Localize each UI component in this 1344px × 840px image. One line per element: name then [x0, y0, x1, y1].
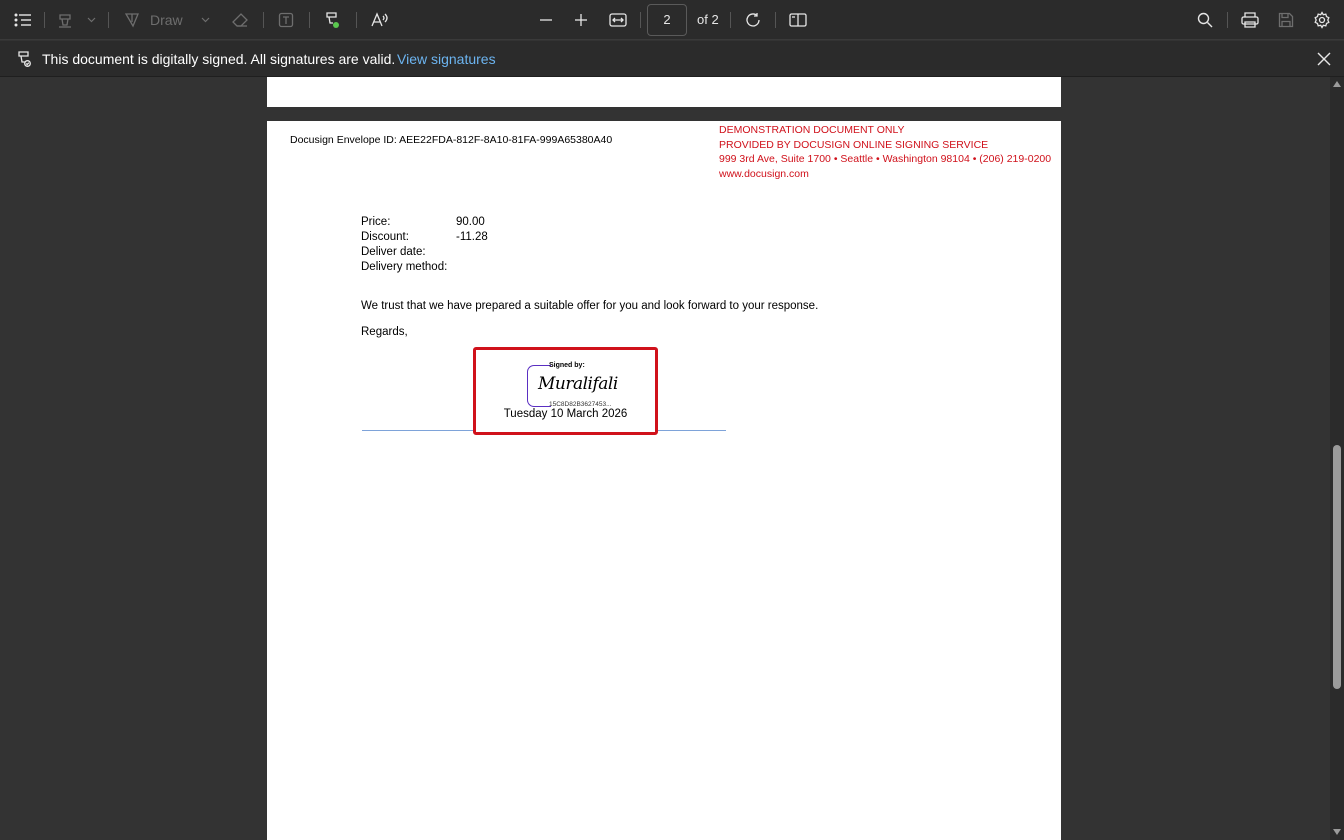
envelope-id: Docusign Envelope ID: AEE22FDA-812F-8A10… — [290, 134, 613, 146]
field-label: Delivery method: — [361, 261, 448, 273]
search-icon[interactable] — [1194, 0, 1216, 40]
erase-icon[interactable] — [230, 0, 250, 40]
draw-icon[interactable] — [122, 0, 142, 40]
read-aloud-icon[interactable] — [369, 0, 391, 40]
text-box-icon[interactable] — [276, 0, 296, 40]
highlight-dropdown-chevron-icon[interactable] — [84, 0, 98, 40]
field-row: Price: 90.00 — [361, 215, 488, 230]
contents-icon[interactable] — [12, 0, 34, 40]
toolbar-separator — [309, 12, 310, 28]
field-value: 90.00 — [456, 216, 485, 228]
rotate-icon[interactable] — [743, 0, 763, 40]
toolbar-separator — [730, 12, 731, 28]
print-icon[interactable] — [1239, 0, 1261, 40]
draw-label-text: Draw — [150, 12, 183, 28]
closing-paragraph: We trust that we have prepared a suitabl… — [361, 300, 819, 312]
signature-hash: 15C8D82B3627453... — [549, 401, 612, 408]
draw-dropdown-chevron-icon[interactable] — [198, 0, 212, 40]
toolbar-separator — [775, 12, 776, 28]
view-signatures-link[interactable]: View signatures — [397, 41, 496, 77]
signature-infobar: This document is digitally signed. All s… — [0, 41, 1344, 77]
toolbar-separator — [356, 12, 357, 28]
demo-line: 999 3rd Ave, Suite 1700 • Seattle • Wash… — [719, 153, 1052, 166]
demo-line: www.docusign.com — [719, 167, 809, 180]
signature-date: Tuesday 10 March 2026 — [503, 408, 628, 420]
regards-text: Regards, — [361, 326, 408, 338]
page-2: Docusign Envelope ID: AEE22FDA-812F-8A10… — [267, 121, 1061, 840]
infobar-message: This document is digitally signed. All s… — [42, 51, 396, 67]
signature-valid-icon — [16, 50, 32, 73]
toolbar-separator — [1227, 12, 1228, 28]
demo-line: DEMONSTRATION DOCUMENT ONLY — [719, 124, 905, 136]
field-row: Discount: -11.28 — [361, 230, 488, 245]
zoom-in-icon[interactable] — [571, 0, 591, 40]
demo-line: PROVIDED BY DOCUSIGN ONLINE SIGNING SERV… — [719, 138, 989, 151]
fit-width-icon[interactable] — [607, 0, 629, 40]
page-number-input[interactable]: 2 — [647, 4, 687, 36]
field-row: Deliver date: — [361, 245, 488, 260]
field-value: -11.28 — [456, 231, 488, 243]
scroll-up-arrow-icon[interactable] — [1333, 81, 1341, 87]
field-label: Deliver date: — [361, 246, 426, 258]
draw-label[interactable]: Draw — [150, 0, 190, 40]
toolbar-separator — [44, 12, 45, 28]
save-icon[interactable] — [1276, 0, 1296, 40]
signature-handwriting: Muralifali — [538, 374, 618, 394]
settings-icon[interactable] — [1311, 0, 1333, 40]
page-1-bottom — [267, 77, 1061, 107]
page-view-icon[interactable] — [787, 0, 809, 40]
field-row: Delivery method: — [361, 260, 488, 275]
scroll-down-arrow-icon[interactable] — [1333, 829, 1341, 835]
zoom-out-icon[interactable] — [536, 0, 556, 40]
close-icon[interactable] — [1314, 49, 1334, 69]
signature-icon[interactable] — [322, 0, 342, 40]
signed-by-label: Signed by: — [549, 362, 585, 369]
offer-fields: Price: 90.00 Discount: -11.28 Deliver da… — [361, 215, 488, 275]
document-viewer[interactable]: Docusign Envelope ID: AEE22FDA-812F-8A10… — [0, 77, 1344, 840]
toolbar-separator — [263, 12, 264, 28]
signature-field[interactable]: Signed by: Muralifali 15C8D82B3627453...… — [473, 347, 658, 435]
scrollbar-thumb[interactable] — [1333, 445, 1341, 689]
page-total-label: of 2 — [697, 12, 719, 27]
demo-notice: DEMONSTRATION DOCUMENT ONLY PROVIDED BY … — [719, 123, 1051, 181]
toolbar-separator — [108, 12, 109, 28]
field-label: Price: — [361, 216, 391, 228]
toolbar: Draw 2 of 2 — [0, 0, 1344, 40]
field-label: Discount: — [361, 231, 409, 243]
vertical-scrollbar[interactable] — [1330, 77, 1344, 840]
highlight-icon[interactable] — [56, 0, 74, 40]
toolbar-separator — [640, 12, 641, 28]
